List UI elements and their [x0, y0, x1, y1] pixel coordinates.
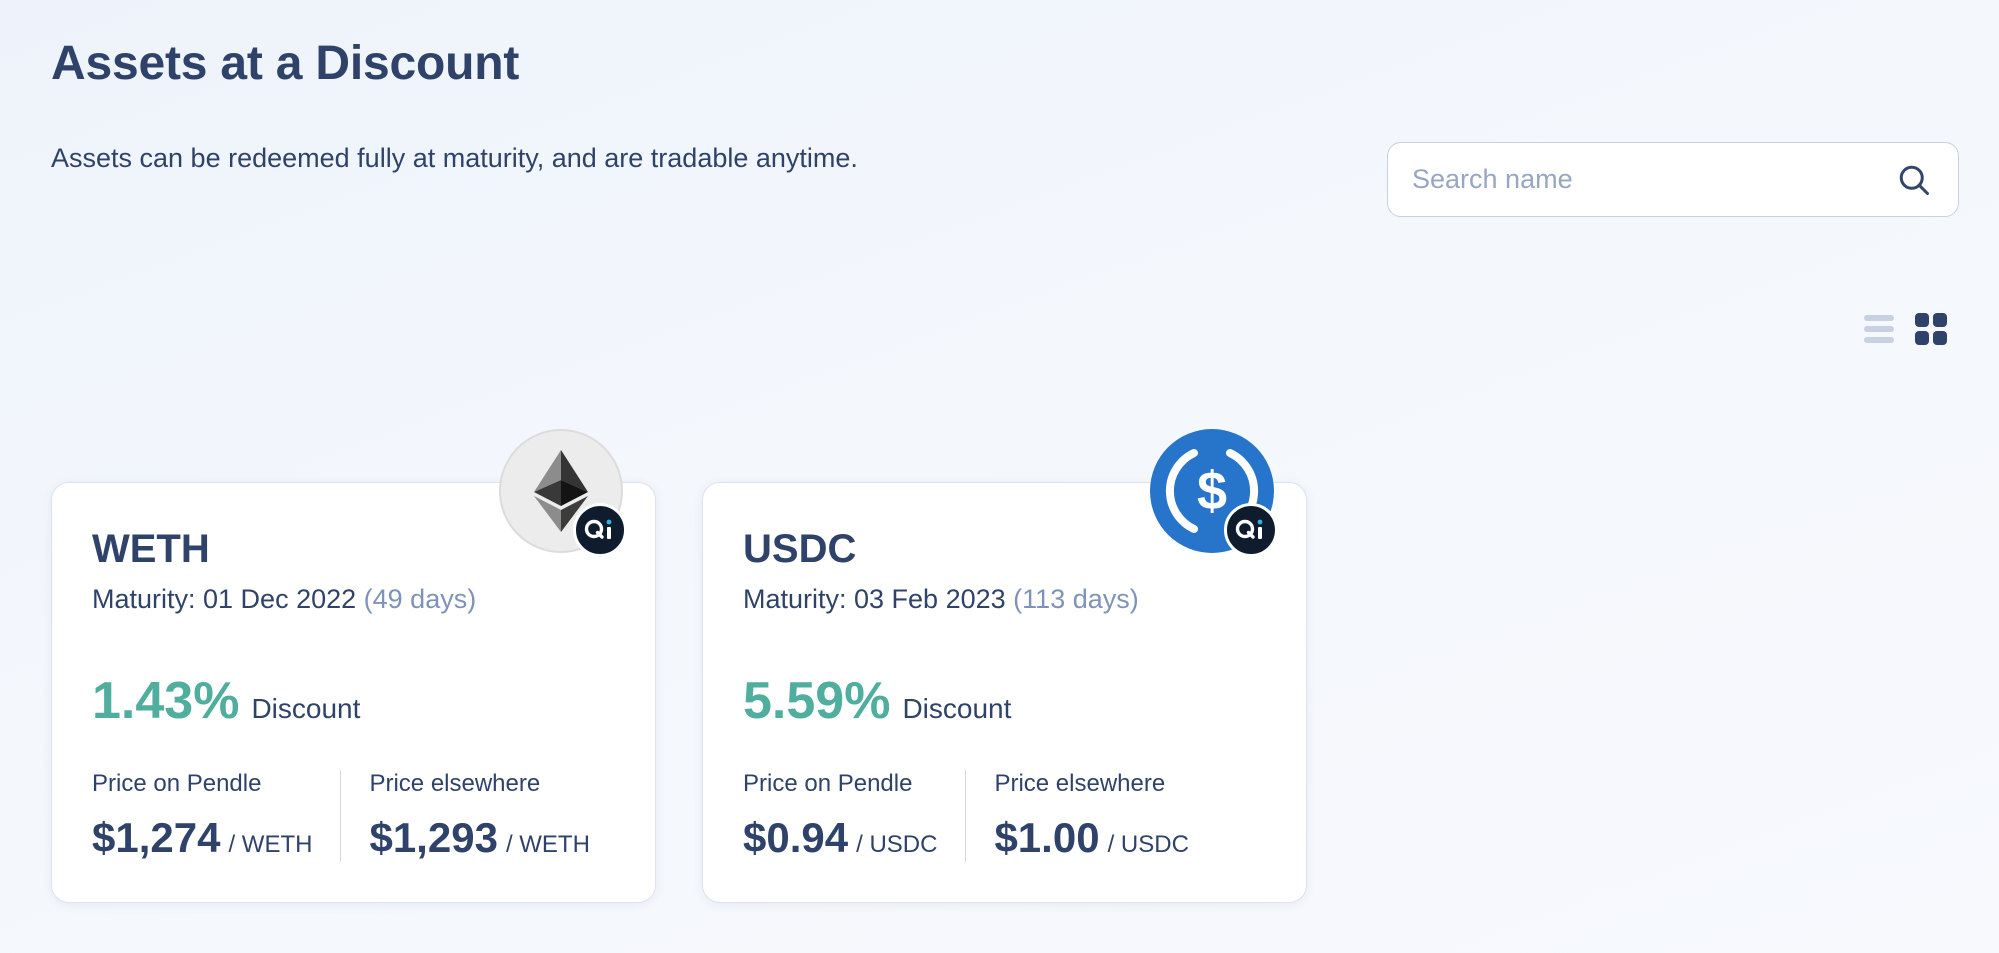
search-icon[interactable]: [1894, 160, 1934, 200]
search-input[interactable]: [1412, 164, 1894, 195]
price-elsewhere-label: Price elsewhere: [369, 770, 541, 797]
page-subtitle: Assets can be redeemed fully at maturity…: [51, 143, 858, 173]
discount-value: 1.43%: [92, 672, 240, 730]
discount-value: 5.59%: [743, 672, 891, 730]
asset-name: USDC: [743, 527, 857, 571]
token-logo: [499, 429, 627, 557]
search-box[interactable]: [1387, 142, 1959, 217]
price-on-pendle-value: $1,274: [92, 814, 221, 861]
discount-label: Discount: [902, 693, 1012, 724]
discount: 5.59% Discount: [743, 671, 1011, 731]
maturity-label: Maturity: 03 Feb 2023: [743, 584, 1006, 614]
maturity-label: Maturity: 01 Dec 2022: [92, 584, 357, 614]
grid-view-icon[interactable]: [1914, 312, 1948, 346]
price-elsewhere-value: $1,293: [369, 814, 498, 861]
discount: 1.43% Discount: [92, 671, 360, 731]
token-logo: $: [1150, 429, 1278, 557]
price-on-pendle: Price on Pendle $1,274 / WETH: [92, 770, 342, 862]
days-remaining: (49 days): [363, 584, 477, 614]
price-on-pendle-label: Price on Pendle: [92, 770, 262, 797]
svg-text:$: $: [1197, 461, 1227, 521]
price-elsewhere-label: Price elsewhere: [994, 770, 1166, 797]
price-elsewhere-unit: / WETH: [505, 831, 590, 858]
price-on-pendle-unit: / WETH: [228, 831, 313, 858]
asset-card-usdc[interactable]: $ USDC Maturity: 03 Feb 2023 (113 days) …: [702, 429, 1307, 903]
maturity-date: Maturity: 01 Dec 2022 (49 days): [92, 584, 476, 615]
price-on-pendle: Price on Pendle $0.94 / USDC: [743, 770, 967, 862]
days-remaining: (113 days): [1013, 584, 1139, 614]
view-toggle: [1862, 312, 1948, 346]
page-title: Assets at a Discount: [51, 37, 520, 90]
list-view-icon[interactable]: [1862, 312, 1896, 346]
asset-card-weth[interactable]: WETH Maturity: 01 Dec 2022 (49 days) 1.4…: [51, 429, 656, 903]
price-elsewhere-value: $1.00: [994, 814, 1100, 861]
price-on-pendle-value: $0.94: [743, 814, 849, 861]
price-elsewhere-unit: / USDC: [1107, 831, 1189, 858]
discount-label: Discount: [251, 693, 361, 724]
maturity-date: Maturity: 03 Feb 2023 (113 days): [743, 584, 1139, 615]
price-on-pendle-unit: / USDC: [856, 831, 938, 858]
price-elsewhere: Price elsewhere $1,293 / WETH: [341, 770, 589, 862]
asset-name: WETH: [92, 527, 210, 571]
qi-dao-icon: [1224, 503, 1278, 557]
qi-dao-icon: [573, 503, 627, 557]
prices: Price on Pendle $1,274 / WETH Price else…: [92, 770, 590, 862]
price-elsewhere: Price elsewhere $1.00 / USDC: [966, 770, 1188, 862]
price-on-pendle-label: Price on Pendle: [743, 770, 913, 797]
prices: Price on Pendle $0.94 / USDC Price elsew…: [743, 770, 1189, 862]
